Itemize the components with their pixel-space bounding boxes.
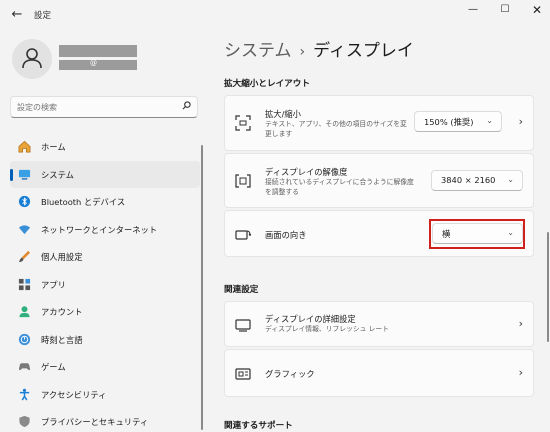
person-icon — [22, 48, 42, 69]
scale-dropdown-value: 150% (推奨) — [424, 117, 474, 127]
breadcrumb-parent[interactable]: システム — [224, 41, 292, 61]
brush-icon — [18, 250, 31, 263]
scale-icon — [235, 115, 251, 131]
sidebar-item-gaming[interactable]: ゲーム — [10, 353, 200, 381]
active-indicator — [10, 168, 13, 181]
apps-icon — [18, 278, 31, 290]
resolution-description: 接続されているディスプレイに合うように解像度を調整する — [265, 178, 414, 196]
sidebar-item-label: 時刻と言語 — [41, 334, 83, 345]
orientation-title: 画面の向き — [265, 230, 307, 240]
sidebar-item-label: ホーム — [41, 142, 66, 152]
sidebar-item-privacy[interactable]: プライバシーとセキュリティ — [10, 408, 200, 432]
section-heading-support: 関連するサポート — [224, 421, 293, 431]
breadcrumb-separator: › — [299, 44, 306, 60]
advanced-display-card[interactable]: ディスプレイの詳細設定 ディスプレイ情報、リフレッシュ レート › — [224, 301, 534, 347]
chevron-down-icon: ⌄ — [507, 175, 514, 184]
sidebar-nav: ホーム システム Bluetooth とデバイス ネットワークとインターネット … — [10, 133, 200, 432]
close-button[interactable]: ✕ — [526, 3, 548, 17]
sidebar-item-bluetooth[interactable]: Bluetooth とデバイス — [10, 188, 200, 216]
minimize-button[interactable]: — — [462, 3, 484, 17]
sidebar-item-accessibility[interactable]: アクセシビリティ — [10, 381, 200, 409]
sidebar-item-label: Bluetooth とデバイス — [41, 197, 126, 207]
sidebar-item-apps[interactable]: アプリ — [10, 271, 200, 299]
resolution-card[interactable]: ディスプレイの解像度 接続されているディスプレイに合うように解像度を調整する 3… — [224, 153, 534, 208]
gamepad-icon — [18, 363, 31, 371]
resolution-dropdown[interactable]: 3840 × 2160 ⌄ — [431, 170, 523, 191]
section-heading-related: 関連設定 — [224, 285, 259, 295]
graphics-title: グラフィック — [265, 369, 315, 379]
back-arrow-icon[interactable]: ← — [8, 6, 26, 24]
sidebar-item-label: ゲーム — [41, 362, 66, 372]
sidebar-scrollbar[interactable] — [201, 145, 203, 430]
title-bar: ← 設定 — ☐ ✕ — [0, 0, 550, 30]
sidebar-item-label: システム — [41, 169, 74, 180]
user-name-redacted — [59, 45, 137, 57]
breadcrumb: システム › ディスプレイ — [224, 36, 414, 61]
accessibility-icon — [19, 388, 30, 400]
resolution-dropdown-value: 3840 × 2160 — [441, 175, 496, 185]
resolution-icon — [235, 174, 251, 188]
sidebar-item-label: アクセシビリティ — [41, 389, 107, 400]
graphics-card[interactable]: グラフィック › — [224, 349, 534, 397]
scale-description: テキスト、アプリ、その他の項目のサイズを変更します — [265, 120, 407, 138]
graphics-card-icon — [235, 368, 251, 380]
scale-card[interactable]: 拡大/縮小 テキスト、アプリ、その他の項目のサイズを変更します 150% (推奨… — [224, 95, 534, 151]
bluetooth-icon — [18, 195, 31, 208]
section-heading-scale-layout: 拡大縮小とレイアウト — [224, 79, 310, 89]
sidebar-item-time-language[interactable]: 時刻と言語 — [10, 326, 200, 354]
avatar[interactable] — [12, 39, 52, 79]
sidebar-item-home[interactable]: ホーム — [10, 133, 200, 161]
highlight-box — [429, 219, 525, 249]
sidebar-item-personalization[interactable]: 個人用設定 — [10, 243, 200, 271]
search-box[interactable] — [10, 96, 198, 118]
chevron-right-icon[interactable]: › — [519, 366, 523, 379]
account-icon — [19, 306, 30, 318]
shield-icon — [19, 415, 30, 428]
maximize-button[interactable]: ☐ — [494, 3, 516, 17]
globe-icon — [18, 333, 31, 345]
sidebar-item-label: 個人用設定 — [41, 252, 83, 262]
advanced-display-description: ディスプレイ情報、リフレッシュ レート — [265, 325, 390, 333]
user-email-redacted: @ — [59, 59, 137, 70]
chevron-down-icon: ⌄ — [486, 116, 493, 125]
sidebar-item-network[interactable]: ネットワークとインターネット — [10, 216, 200, 244]
sidebar-item-accounts[interactable]: アカウント — [10, 298, 200, 326]
system-icon — [18, 169, 31, 180]
page-title: ディスプレイ — [313, 41, 414, 61]
home-icon — [18, 140, 31, 153]
email-at-sign: @ — [90, 59, 97, 67]
sidebar-item-label: ネットワークとインターネット — [41, 224, 158, 235]
sidebar-item-label: プライバシーとセキュリティ — [41, 417, 149, 427]
sidebar-item-system[interactable]: システム — [10, 160, 200, 188]
main-scrollbar[interactable] — [547, 232, 549, 342]
sidebar-item-label: アプリ — [41, 279, 66, 290]
search-icon[interactable] — [182, 101, 191, 113]
search-input[interactable] — [17, 100, 177, 114]
sidebar-item-label: アカウント — [41, 307, 83, 317]
chevron-right-icon[interactable]: › — [519, 317, 523, 330]
monitor-icon — [235, 319, 251, 332]
chevron-right-icon[interactable]: › — [519, 115, 523, 128]
wifi-icon — [18, 224, 31, 234]
scale-dropdown[interactable]: 150% (推奨) ⌄ — [414, 111, 502, 132]
app-title: 設定 — [34, 11, 52, 21]
orientation-icon — [235, 230, 251, 240]
